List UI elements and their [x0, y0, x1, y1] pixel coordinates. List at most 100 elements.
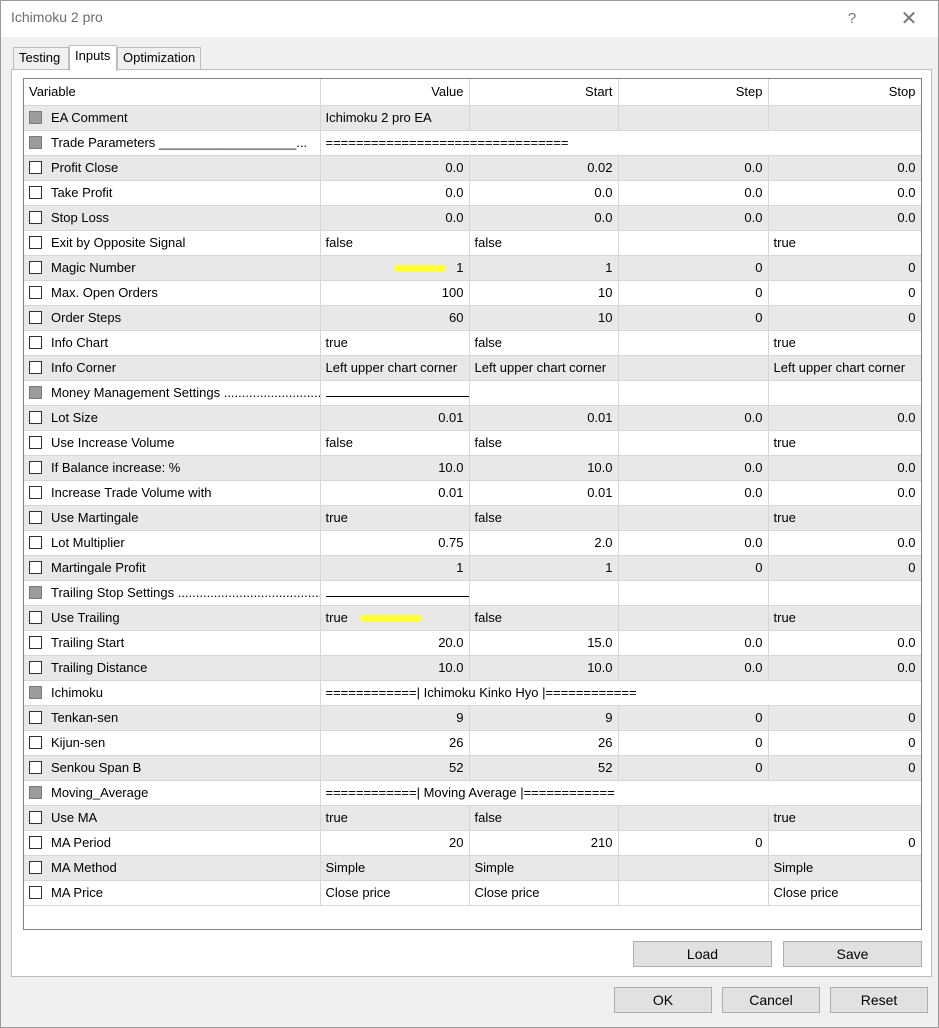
ok-button[interactable]: OK — [614, 987, 712, 1013]
value-cell[interactable]: true — [320, 505, 470, 531]
table-row[interactable]: Martingale Profit 1 1 0 0 — [24, 555, 921, 581]
start-cell[interactable]: 10 — [469, 305, 619, 331]
optimize-checkbox[interactable] — [29, 486, 42, 499]
value-cell[interactable]: Ichimoku 2 pro EA — [320, 105, 470, 131]
start-cell[interactable]: false — [469, 805, 619, 831]
stop-cell[interactable]: 0 — [768, 705, 921, 731]
table-row[interactable]: Info Corner Left upper chart corner Left u… — [24, 355, 921, 381]
stop-cell[interactable]: 0.0 — [768, 630, 921, 656]
column-header-stop[interactable]: Stop — [768, 79, 921, 106]
value-cell[interactable]: 0.0 — [320, 155, 470, 181]
table-row[interactable]: Max. Open Orders 100 10 0 0 — [24, 280, 921, 306]
start-cell[interactable]: 2.0 — [469, 530, 619, 556]
table-row[interactable]: Use Martingale true false true — [24, 505, 921, 531]
value-cell[interactable]: 52 — [320, 755, 470, 781]
start-cell[interactable]: 0.01 — [469, 480, 619, 506]
step-cell[interactable]: 0 — [618, 555, 769, 581]
column-header-step[interactable]: Step — [618, 79, 769, 106]
table-row[interactable]: Use MA true false true — [24, 805, 921, 831]
optimize-checkbox[interactable] — [29, 286, 42, 299]
stop-cell[interactable]: true — [768, 805, 921, 831]
table-row[interactable]: Lot Multiplier 0.75 2.0 0.0 0.0 — [24, 530, 921, 556]
optimize-checkbox[interactable] — [29, 311, 42, 324]
stop-cell[interactable]: 0.0 — [768, 530, 921, 556]
start-cell[interactable]: 52 — [469, 755, 619, 781]
value-cell[interactable]: Close price — [320, 880, 470, 906]
value-cell[interactable]: 0.0 — [320, 180, 470, 206]
value-cell[interactable]: 26 — [320, 730, 470, 756]
start-cell[interactable]: 1 — [469, 555, 619, 581]
table-row[interactable]: Profit Close 0.0 0.02 0.0 0.0 — [24, 155, 921, 181]
step-cell[interactable]: 0 — [618, 305, 769, 331]
value-cell[interactable]: ============| Moving Average |==========… — [320, 780, 921, 806]
value-cell[interactable]: 60 — [320, 305, 470, 331]
save-button[interactable]: Save — [783, 941, 922, 967]
optimize-checkbox[interactable] — [29, 561, 42, 574]
table-row[interactable]: Trailing Distance 10.0 10.0 0.0 0.0 — [24, 655, 921, 681]
start-cell[interactable]: 10.0 — [469, 655, 619, 681]
value-cell[interactable]: true — [320, 605, 470, 631]
optimize-checkbox[interactable] — [29, 836, 42, 849]
value-cell[interactable]: false — [320, 430, 470, 456]
cancel-button[interactable]: Cancel — [722, 987, 820, 1013]
optimize-checkbox[interactable] — [29, 336, 42, 349]
tab-optimization[interactable]: Optimization — [117, 47, 201, 69]
value-cell[interactable]: true — [320, 805, 470, 831]
value-cell[interactable]: 10.0 — [320, 655, 470, 681]
step-cell[interactable]: 0.0 — [618, 405, 769, 431]
optimize-checkbox[interactable] — [29, 411, 42, 424]
value-cell[interactable]: Simple — [320, 855, 470, 881]
start-cell[interactable]: 0.02 — [469, 155, 619, 181]
step-cell[interactable]: 0.0 — [618, 180, 769, 206]
value-cell[interactable]: 20.0 — [320, 630, 470, 656]
start-cell[interactable]: 0.0 — [469, 205, 619, 231]
value-cell[interactable]: 1 — [320, 255, 470, 281]
table-row[interactable]: EA Comment Ichimoku 2 pro EA — [24, 105, 921, 131]
value-cell[interactable] — [320, 380, 470, 406]
start-cell[interactable]: false — [469, 605, 619, 631]
reset-button[interactable]: Reset — [830, 987, 928, 1013]
stop-cell[interactable]: 0.0 — [768, 180, 921, 206]
table-row[interactable]: Use Trailing true false true — [24, 605, 921, 631]
step-cell[interactable]: 0 — [618, 255, 769, 281]
stop-cell[interactable]: 0.0 — [768, 155, 921, 181]
start-cell[interactable]: 15.0 — [469, 630, 619, 656]
value-cell[interactable]: 20 — [320, 830, 470, 856]
start-cell[interactable]: Left upper chart corner — [469, 355, 619, 381]
table-row[interactable]: Trailing Start 20.0 15.0 0.0 0.0 — [24, 630, 921, 656]
stop-cell[interactable]: true — [768, 505, 921, 531]
table-row[interactable]: Money Management Settings ..............… — [24, 380, 921, 406]
value-cell[interactable]: ================================ — [320, 130, 921, 156]
start-cell[interactable]: false — [469, 505, 619, 531]
optimize-checkbox[interactable] — [29, 861, 42, 874]
value-cell[interactable]: 10.0 — [320, 455, 470, 481]
stop-cell[interactable]: 0 — [768, 255, 921, 281]
value-cell[interactable]: false — [320, 230, 470, 256]
step-cell[interactable]: 0 — [618, 705, 769, 731]
table-row[interactable]: Trailing Stop Settings .................… — [24, 580, 921, 606]
stop-cell[interactable]: Simple — [768, 855, 921, 881]
optimize-checkbox[interactable] — [29, 636, 42, 649]
optimize-checkbox[interactable] — [29, 461, 42, 474]
start-cell[interactable]: false — [469, 430, 619, 456]
start-cell[interactable]: 26 — [469, 730, 619, 756]
tab-testing[interactable]: Testing — [13, 47, 69, 69]
start-cell[interactable]: Simple — [469, 855, 619, 881]
optimize-checkbox[interactable] — [29, 661, 42, 674]
optimize-checkbox[interactable] — [29, 611, 42, 624]
column-header-variable[interactable]: Variable — [24, 79, 321, 106]
stop-cell[interactable]: 0.0 — [768, 455, 921, 481]
table-row[interactable]: Lot Size 0.01 0.01 0.0 0.0 — [24, 405, 921, 431]
optimize-checkbox[interactable] — [29, 761, 42, 774]
table-row[interactable]: MA Price Close price Close price Close pric… — [24, 880, 921, 906]
step-cell[interactable]: 0 — [618, 280, 769, 306]
start-cell[interactable]: 10.0 — [469, 455, 619, 481]
stop-cell[interactable]: Left upper chart corner — [768, 355, 921, 381]
step-cell[interactable]: 0.0 — [618, 530, 769, 556]
table-row[interactable]: Use Increase Volume false false true — [24, 430, 921, 456]
table-row[interactable]: Tenkan-sen 9 9 0 0 — [24, 705, 921, 731]
inputs-grid[interactable]: Variable Value Start Step Stop EA Commen… — [23, 78, 922, 930]
value-cell[interactable]: 0.0 — [320, 205, 470, 231]
step-cell[interactable]: 0 — [618, 755, 769, 781]
table-row[interactable]: Ichimoku ============| Ichimoku Kinko Hyo… — [24, 680, 921, 706]
